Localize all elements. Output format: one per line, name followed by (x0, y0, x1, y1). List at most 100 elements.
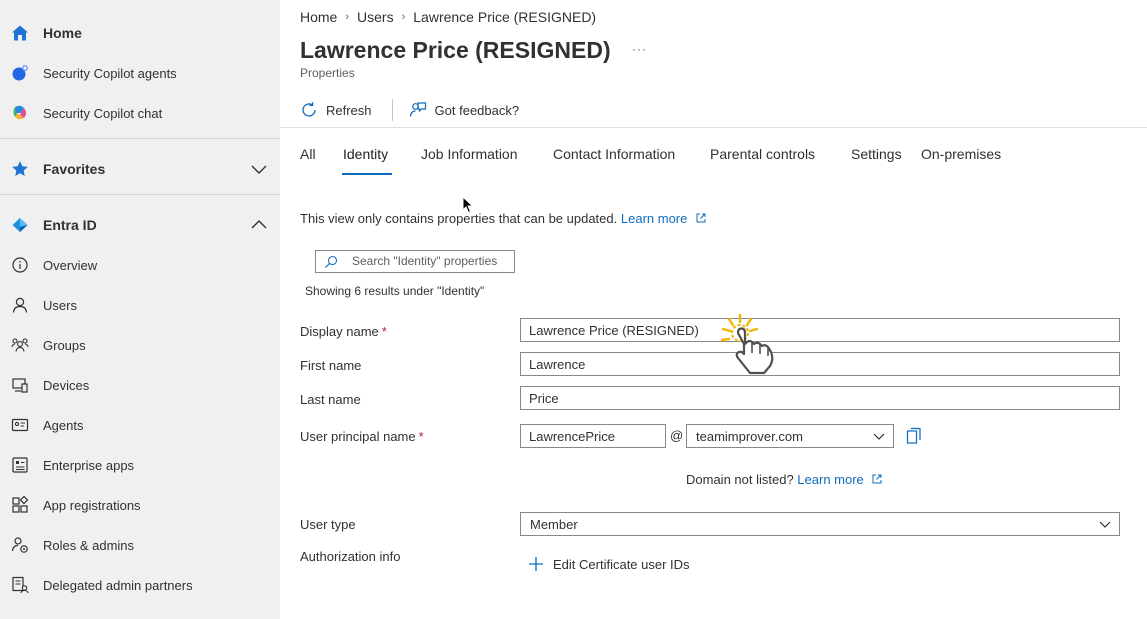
sidebar-item-enterprise-apps[interactable]: Enterprise apps (0, 445, 280, 485)
chevron-down-icon (873, 433, 885, 440)
command-bar: Refresh Got feedback? (300, 97, 519, 123)
external-link-icon (872, 474, 882, 484)
sidebar-item-label: Agents (43, 417, 84, 433)
domain-select[interactable]: teamimprover.com (686, 424, 894, 448)
sidebar-item-roles-admins[interactable]: Roles & admins (0, 525, 280, 565)
delegated-partners-icon (11, 576, 29, 594)
sidebar-item-devices[interactable]: Devices (0, 365, 280, 405)
user-icon (11, 296, 29, 314)
entra-id-icon (11, 216, 29, 234)
user-type-select[interactable]: Member (520, 512, 1120, 536)
sidebar-item-label: Delegated admin partners (43, 577, 193, 593)
tab-job-information[interactable]: Job Information (421, 146, 518, 162)
sidebar-item-label: Devices (43, 377, 90, 393)
info-text: This view only contains properties that … (300, 211, 618, 226)
breadcrumb-users[interactable]: Users (357, 9, 394, 25)
sidebar-item-favorites[interactable]: Favorites (0, 149, 280, 189)
refresh-icon (302, 102, 316, 117)
at-sign: @ (670, 428, 684, 443)
first-name-label: First name (300, 358, 362, 373)
tab-settings[interactable]: Settings (851, 146, 902, 162)
feedback-icon (409, 102, 426, 117)
copilot-chat-icon (11, 104, 29, 122)
breadcrumb: Home › Users › Lawrence Price (RESIGNED) (300, 9, 596, 25)
breadcrumb-home[interactable]: Home (300, 9, 337, 25)
sidebar-item-label: Roles & admins (43, 537, 135, 553)
upn-username-field[interactable] (520, 424, 666, 448)
upn-label: User principal name * (300, 429, 424, 444)
info-icon (11, 256, 29, 274)
page-subtitle: Properties (300, 66, 355, 80)
sidebar-item-agents[interactable]: Agents (0, 405, 280, 445)
main-content: Home › Users › Lawrence Price (RESIGNED)… (280, 0, 1147, 619)
sidebar-item-security-copilot-chat[interactable]: Security Copilot chat (0, 93, 280, 133)
mouse-pointer-icon (462, 196, 474, 214)
sidebar-divider (0, 138, 280, 139)
domain-learn-more-link[interactable]: Learn more (797, 472, 883, 487)
chevron-down-icon[interactable] (250, 160, 268, 178)
app-registrations-icon (11, 496, 29, 514)
chevron-down-icon (1099, 521, 1111, 528)
authorization-info-label: Authorization info (300, 549, 401, 564)
copy-icon[interactable] (906, 427, 922, 445)
more-options-icon[interactable]: ··· (632, 42, 647, 56)
sidebar-item-label: Enterprise apps (43, 457, 135, 473)
sidebar-item-label: Security Copilot chat (43, 105, 163, 121)
tab-on-premises[interactable]: On-premises (921, 146, 1001, 162)
sidebar-item-label: Security Copilot agents (43, 65, 177, 81)
last-name-field[interactable] (520, 386, 1120, 410)
sidebar-item-label: Entra ID (43, 217, 97, 233)
groups-icon (11, 336, 29, 354)
info-message: This view only contains properties that … (300, 211, 707, 226)
devices-icon (11, 376, 29, 394)
sidebar-item-label: Users (43, 297, 77, 313)
breadcrumb-current: Lawrence Price (RESIGNED) (413, 9, 597, 25)
sidebar-item-delegated-admin-partners[interactable]: Delegated admin partners (0, 565, 280, 605)
user-type-value: Member (530, 516, 578, 532)
domain-value: teamimprover.com (696, 428, 803, 444)
sidebar-item-security-copilot-agents[interactable]: Security Copilot agents (0, 53, 280, 93)
feedback-label: Got feedback? (434, 102, 520, 118)
enterprise-apps-icon (11, 456, 29, 474)
toolbar-separator (391, 99, 393, 121)
click-hand-icon (720, 313, 774, 375)
sidebar-item-label: App registrations (43, 497, 141, 513)
sidebar-item-label: Groups (43, 337, 86, 353)
refresh-button[interactable]: Refresh (300, 101, 372, 119)
search-box[interactable] (315, 250, 515, 273)
sidebar-item-users[interactable]: Users (0, 285, 280, 325)
sidebar-item-entra-id[interactable]: Entra ID (0, 205, 280, 245)
learn-more-link[interactable]: Learn more (621, 211, 707, 226)
sidebar-item-groups[interactable]: Groups (0, 325, 280, 365)
sidebar-item-home[interactable]: Home (0, 13, 280, 53)
sidebar-item-overview[interactable]: Overview (0, 245, 280, 285)
search-icon (325, 255, 338, 268)
sidebar-divider (0, 194, 280, 195)
tab-all[interactable]: All (300, 146, 316, 162)
feedback-button[interactable]: Got feedback? (409, 101, 520, 119)
sidebar-item-label: Home (43, 25, 82, 41)
search-input[interactable] (352, 254, 512, 268)
tab-identity[interactable]: Identity (343, 146, 388, 162)
last-name-label: Last name (300, 392, 361, 407)
display-name-field[interactable] (520, 318, 1120, 342)
star-icon (11, 160, 29, 178)
edit-certificate-user-ids-button[interactable]: Edit Certificate user IDs (528, 556, 690, 572)
tab-contact-information[interactable]: Contact Information (553, 146, 675, 162)
external-link-icon (696, 213, 706, 223)
roles-icon (11, 536, 29, 554)
domain-not-listed: Domain not listed? Learn more (686, 472, 883, 487)
breadcrumb-separator-icon: › (401, 11, 406, 23)
chevron-up-icon[interactable] (250, 216, 268, 234)
sidebar: Home Security Copilot agents Security Co… (0, 0, 280, 619)
results-count: Showing 6 results under "Identity" (305, 284, 485, 298)
breadcrumb-separator-icon: › (345, 11, 350, 23)
toolbar-divider (280, 127, 1147, 128)
sidebar-item-app-registrations[interactable]: App registrations (0, 485, 280, 525)
first-name-field[interactable] (520, 352, 1120, 376)
copilot-agents-icon (11, 64, 29, 82)
user-type-label: User type (300, 517, 356, 532)
page-title: Lawrence Price (RESIGNED) (300, 37, 611, 63)
sidebar-item-label: Favorites (43, 161, 106, 177)
tab-parental-controls[interactable]: Parental controls (710, 146, 815, 162)
